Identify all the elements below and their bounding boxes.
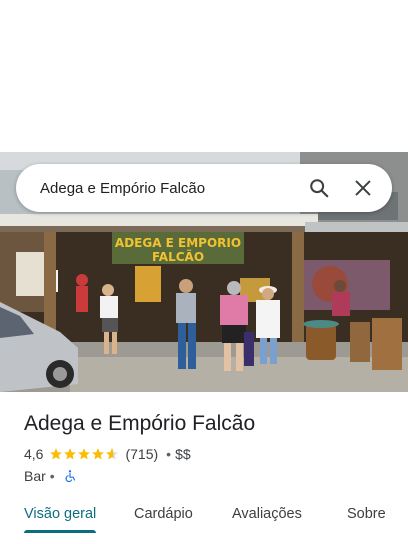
star-icon — [92, 448, 105, 460]
place-title: Adega e Empório Falcão — [24, 412, 256, 435]
rating-value: 4,6 — [24, 446, 44, 462]
rating-row[interactable]: 4,6 (715) • $$ — [24, 446, 394, 462]
separator: • — [166, 446, 172, 462]
tab-bar: Visão geral Cardápio Avaliações Sobre — [0, 496, 408, 544]
place-info: Adega e Empório Falcão 4,6 (715) • $$ Ba… — [24, 404, 394, 484]
active-tab-indicator — [24, 530, 96, 533]
search-icon — [310, 179, 329, 198]
sign-text-line1: ADEGA E EMPORIO — [115, 236, 241, 250]
clear-search-button[interactable] — [346, 171, 380, 205]
half-star-icon — [106, 448, 119, 460]
sign-text-line2: FALCÃO — [152, 249, 204, 264]
price-level: $$ — [175, 446, 191, 462]
tab-overview[interactable]: Visão geral — [24, 496, 96, 534]
star-icon — [64, 448, 77, 460]
tab-reviews[interactable]: Avaliações — [232, 496, 302, 534]
review-count[interactable]: (715) — [125, 446, 158, 462]
search-bar[interactable]: Adega e Empório Falcão — [16, 164, 392, 212]
star-icon — [78, 448, 91, 460]
separator: • — [49, 468, 55, 484]
tab-about[interactable]: Sobre — [347, 496, 386, 534]
category-row: Bar • — [24, 468, 394, 484]
blank-area — [0, 0, 408, 152]
star-icon — [50, 448, 63, 460]
tab-menu[interactable]: Cardápio — [134, 496, 193, 534]
category-label: Bar — [24, 468, 46, 484]
search-input[interactable]: Adega e Empório Falcão — [40, 180, 292, 197]
close-icon — [355, 180, 371, 196]
wheelchair-icon — [65, 470, 75, 483]
search-button[interactable] — [302, 171, 336, 205]
rating-stars — [49, 447, 119, 461]
